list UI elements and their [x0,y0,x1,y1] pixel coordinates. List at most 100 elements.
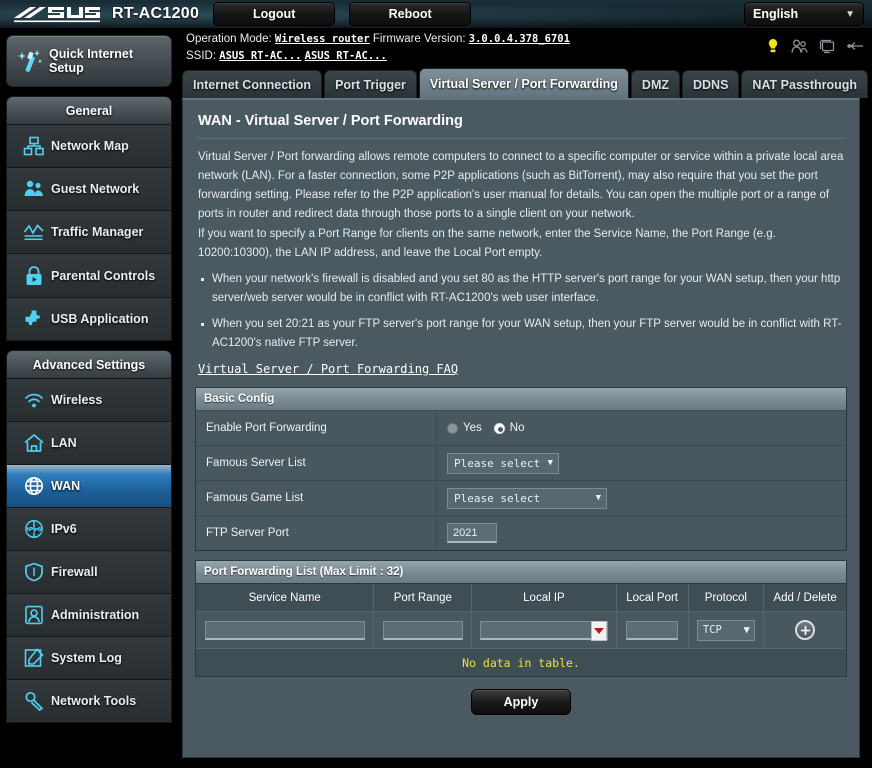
famous-server-list-select[interactable]: Please select ▼ [447,452,559,474]
sidebar-item-wireless[interactable]: Wireless [7,379,171,422]
add-row-button[interactable] [795,620,816,640]
row-famous-game-list: Famous Game List Please select ▼ [196,480,846,515]
column-header-local-port: Local Port [615,584,688,611]
notes-list: When your network's firewall is disabled… [195,264,847,353]
local-ip-input[interactable] [479,620,608,641]
column-header-service-name: Service Name [248,591,321,604]
usb-icon[interactable] [846,39,864,58]
local-port-input[interactable] [626,620,679,640]
router-model: RT-AC1200 [112,5,200,22]
cell-port-range [373,612,471,648]
system-log-icon [17,648,51,668]
top-bar: RT-AC1200 Logout Reboot English ▼ [0,0,872,28]
column-header-local-ip: Local IP [471,584,616,611]
alert-icon[interactable] [766,38,780,59]
sidebar-item-label: LAN [51,436,77,450]
chevron-down-icon: ▼ [845,8,855,20]
famous-game-list-field: Please select ▼ [436,481,846,515]
radio-no[interactable]: No [493,422,524,434]
sidebar-item-administration[interactable]: Administration [7,594,171,637]
famous-game-list-value: Please select [454,491,541,505]
guest-network-icon [17,179,51,199]
radio-yes-indicator[interactable] [447,422,458,434]
firewall-icon [17,562,51,582]
ssid-link-1[interactable]: ASUS RT-AC... [219,50,301,62]
cell-service-name [196,612,373,648]
apply-button[interactable]: Apply [471,689,571,715]
tab-port-trigger[interactable]: Port Trigger [324,70,417,98]
faq-link[interactable]: Virtual Server / Port Forwarding FAQ [195,362,461,376]
sidebar-item-label: USB Application [51,312,149,326]
protocol-value: TCP [702,624,722,636]
operation-mode-label: Operation Mode: [186,33,272,45]
quick-internet-setup-label: Quick Internet Setup [49,47,134,75]
sidebar-item-network-tools[interactable]: Network Tools [7,680,171,723]
status-icon-group [766,38,864,59]
tab-ddns[interactable]: DDNS [682,70,740,98]
sidebar-item-label: Network Tools [51,694,137,708]
logout-button[interactable]: Logout [213,2,336,26]
sidebar-item-system-log[interactable]: System Log [7,637,171,680]
ftp-server-port-input[interactable]: 2021 [447,523,497,543]
tab-virtual-server-port-forwarding[interactable]: Virtual Server / Port Forwarding [418,68,629,98]
asus-logo [14,4,100,24]
wan-icon [17,476,51,496]
table-input-row: TCP ▼ [196,611,846,648]
operation-mode-link[interactable]: Wireless router [275,33,370,45]
radio-no-indicator[interactable] [493,422,505,434]
famous-game-list-select[interactable]: Please select ▼ [447,487,607,509]
sidebar-item-lan[interactable]: LAN [7,422,171,465]
tab-dmz[interactable]: DMZ [630,70,680,98]
cell-add-delete [763,612,846,648]
usb-application-icon [17,309,51,329]
tab-bar: Internet Connection Port Trigger Virtual… [180,68,872,98]
sidebar-item-label: Guest Network [51,182,140,196]
famous-server-list-label: Famous Server List [206,457,306,469]
clients-icon[interactable] [791,39,808,59]
sidebar-item-label: System Log [51,651,122,665]
ssid-link-2[interactable]: ASUS RT-AC... [305,50,387,62]
ftp-server-port-field: 2021 [436,516,846,550]
monitor-icon[interactable] [819,39,835,59]
cell-local-port [615,612,688,648]
reboot-button[interactable]: Reboot [349,2,472,26]
chevron-down-icon: ▼ [743,624,750,636]
network-tools-icon [17,691,51,711]
sidebar-item-label: Parental Controls [51,268,156,283]
port-forwarding-list-section: Port Forwarding List (Max Limit : 32) Se… [195,560,847,677]
language-selector[interactable]: English ▼ [744,2,864,26]
sidebar-item-label: Firewall [51,565,98,579]
local-ip-dropdown-button[interactable] [590,620,607,641]
sidebar-item-wan[interactable]: WAN [7,465,171,508]
magic-wand-icon [15,48,45,74]
basic-config-section: Basic Config Enable Port Forwarding Yes … [195,387,847,551]
sidebar-item-traffic-manager[interactable]: Traffic Manager [7,211,171,254]
tab-internet-connection[interactable]: Internet Connection [182,70,323,98]
sidebar-item-firewall[interactable]: Firewall [7,551,171,594]
network-map-icon [17,136,51,156]
protocol-select[interactable]: TCP ▼ [696,619,755,641]
tab-nat-passthrough[interactable]: NAT Passthrough [741,70,869,98]
port-forwarding-list-title: Port Forwarding List (Max Limit : 32) [196,561,846,583]
sidebar-item-ipv6[interactable]: IPv6 IPv6 [7,508,171,551]
administration-icon [17,605,51,625]
radio-yes[interactable]: Yes [447,422,482,434]
note-item: When you set 20:21 as your FTP server's … [198,315,844,353]
page-description: Virtual Server / Port forwarding allows … [195,148,847,263]
description-paragraph-2: If you want to specify a Port Range for … [198,228,776,259]
main-content: Operation Mode: Wireless router Firmware… [180,28,872,768]
ipv6-icon: IPv6 [17,519,51,539]
sidebar-item-guest-network[interactable]: Guest Network [7,168,171,211]
sidebar-item-usb-application[interactable]: USB Application [7,298,171,341]
sidebar-item-network-map[interactable]: Network Map [7,125,171,168]
sidebar-item-parental-controls[interactable]: Parental Controls [7,254,171,298]
footer-actions: Apply [195,677,847,725]
quick-internet-setup-button[interactable]: Quick Internet Setup [6,35,172,87]
cell-local-ip [471,612,616,648]
description-paragraph-1: Virtual Server / Port forwarding allows … [198,151,844,220]
service-name-input[interactable] [204,620,365,640]
port-range-input[interactable] [382,620,463,640]
firmware-version-link[interactable]: 3.0.0.4.378_6701 [469,33,570,45]
sidebar-group-general-title: General [7,97,171,125]
sidebar-group-advanced: Advanced Settings Wireless LAN WAN IPv6 … [6,350,172,723]
